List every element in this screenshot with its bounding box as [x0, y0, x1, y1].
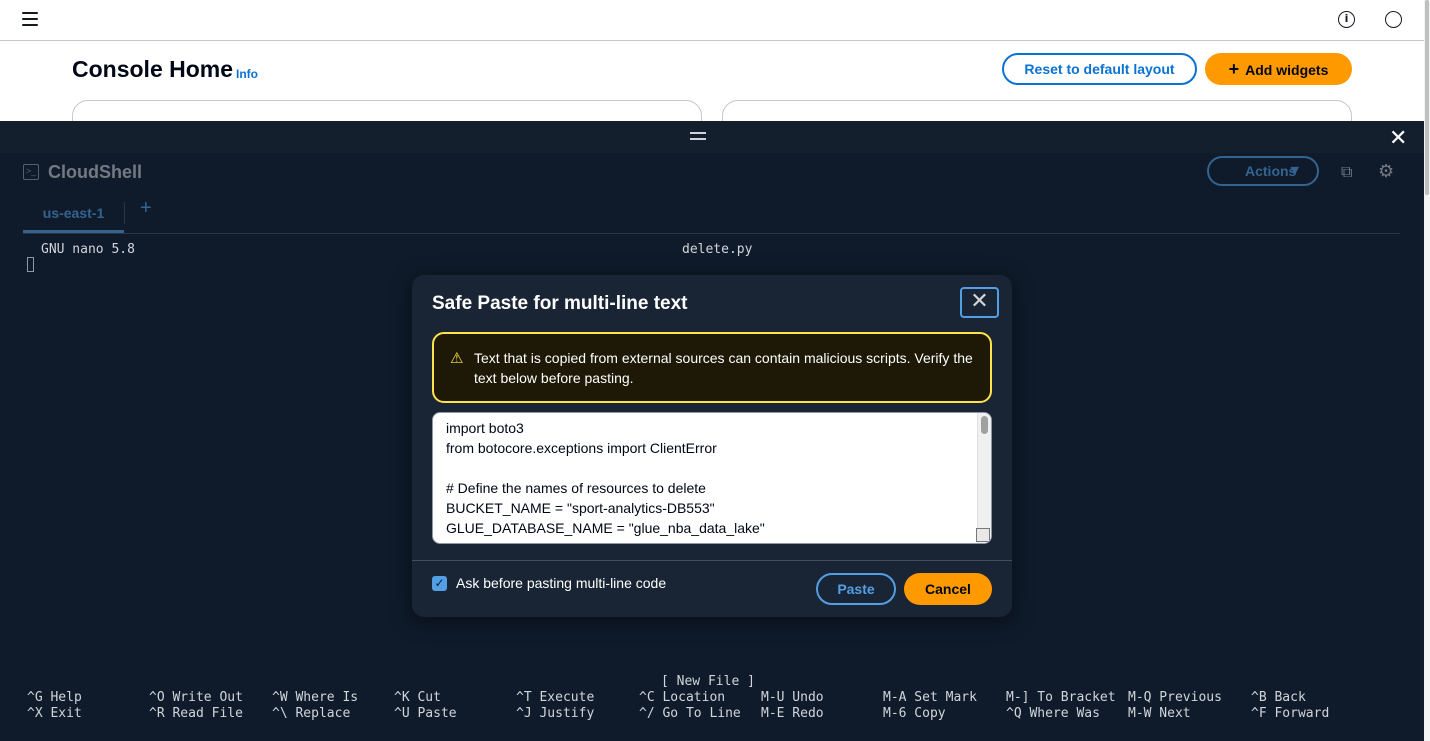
paste-textarea[interactable]: import boto3 from botocore.exceptions im…: [432, 412, 992, 544]
nano-shortcut: M-] To Bracket: [1006, 690, 1116, 705]
nano-shortcut: ^J Justify: [516, 706, 595, 721]
terminal-icon: >_: [23, 164, 39, 180]
actions-dropdown[interactable]: Actions ▼: [1207, 156, 1319, 186]
drag-handle-icon[interactable]: [690, 132, 706, 144]
code-line: # Define the names of resources to delet…: [446, 480, 706, 496]
actions-label: Actions: [1245, 163, 1297, 179]
modal-close-button[interactable]: ✕: [960, 287, 999, 318]
nano-version: GNU nano 5.8: [41, 242, 135, 257]
page-scrollbar[interactable]: [1424, 0, 1430, 741]
nano-shortcut: ^/ Go To Line: [639, 706, 741, 721]
code-line: import boto3: [446, 420, 524, 436]
nano-shortcut: ^X Exit: [27, 706, 82, 721]
nano-shortcut: ^O Write Out: [149, 690, 243, 705]
cloudshell-resize-bar[interactable]: [0, 121, 1424, 153]
nano-shortcut: M-A Set Mark: [883, 690, 977, 705]
add-widgets-label: Add widgets: [1245, 62, 1329, 78]
nano-shortcut: ^B Back: [1251, 690, 1306, 705]
code-line: from botocore.exceptions import ClientEr…: [446, 440, 717, 456]
terminal-cursor: [27, 257, 34, 272]
caret-down-icon: ▼: [1290, 164, 1299, 177]
modal-title: Safe Paste for multi-line text: [432, 293, 688, 314]
code-line: BUCKET_NAME = "sport-analytics-DB553": [446, 500, 715, 516]
info-link[interactable]: Info: [236, 67, 258, 81]
nano-shortcut: ^W Where Is: [272, 690, 359, 705]
nano-filename: delete.py: [682, 242, 753, 257]
nano-shortcut: M-6 Copy: [883, 706, 946, 721]
nano-shortcut: ^F Forward: [1251, 706, 1330, 721]
nano-shortcut: ^\ Replace: [272, 706, 351, 721]
warning-alert: ⚠ Text that is copied from external sour…: [432, 332, 992, 403]
nano-shortcut: ^T Execute: [516, 690, 595, 705]
ask-before-paste-checkbox[interactable]: ✓: [432, 576, 447, 591]
gear-icon[interactable]: ⚙: [1378, 161, 1394, 182]
tab-us-east-1[interactable]: us-east-1: [23, 195, 124, 233]
nano-shortcut: M-W Next: [1128, 706, 1191, 721]
nano-shortcut: M-U Undo: [761, 690, 824, 705]
resize-handle-icon[interactable]: [976, 528, 990, 542]
page-title: Console Home: [72, 56, 234, 82]
plus-icon: +: [1228, 59, 1240, 79]
add-tab-icon[interactable]: +: [140, 197, 152, 220]
cloudshell-title: CloudShell: [48, 162, 142, 182]
warning-text: Text that is copied from external source…: [474, 350, 973, 386]
paste-button[interactable]: Paste: [816, 573, 896, 605]
nano-status: [ New File ]: [661, 674, 755, 689]
textarea-scrollbar[interactable]: [977, 413, 991, 543]
add-widgets-button[interactable]: + Add widgets: [1205, 53, 1352, 85]
modal-divider: [412, 560, 1012, 561]
nano-shortcut: ^Q Where Was: [1006, 706, 1100, 721]
nano-shortcut: ^C Location: [639, 690, 726, 705]
nano-shortcut: M-Q Previous: [1128, 690, 1222, 705]
nano-shortcut: ^R Read File: [149, 706, 243, 721]
settings-icon[interactable]: [1385, 11, 1402, 28]
warning-icon: ⚠: [450, 349, 464, 367]
close-icon[interactable]: ✕: [1389, 126, 1407, 151]
menu-icon[interactable]: [22, 12, 38, 26]
info-icon[interactable]: i: [1338, 11, 1355, 28]
nano-shortcut: ^K Cut: [394, 690, 441, 705]
cancel-button[interactable]: Cancel: [904, 573, 992, 605]
checkbox-label[interactable]: Ask before pasting multi-line code: [456, 575, 666, 591]
code-line: GLUE_DATABASE_NAME = "glue_nba_data_lake…: [446, 520, 765, 536]
safe-paste-modal: Safe Paste for multi-line text ✕ ⚠ Text …: [412, 275, 1012, 617]
external-link-icon[interactable]: ⧉: [1341, 162, 1352, 182]
nano-shortcut: M-E Redo: [761, 706, 824, 721]
nano-shortcut: ^G Help: [27, 690, 82, 705]
nano-shortcut: ^U Paste: [394, 706, 457, 721]
reset-layout-button[interactable]: Reset to default layout: [1002, 53, 1197, 85]
console-top-bar: i: [0, 0, 1424, 41]
tab-underline: [23, 233, 1400, 234]
tab-divider: [124, 202, 125, 224]
